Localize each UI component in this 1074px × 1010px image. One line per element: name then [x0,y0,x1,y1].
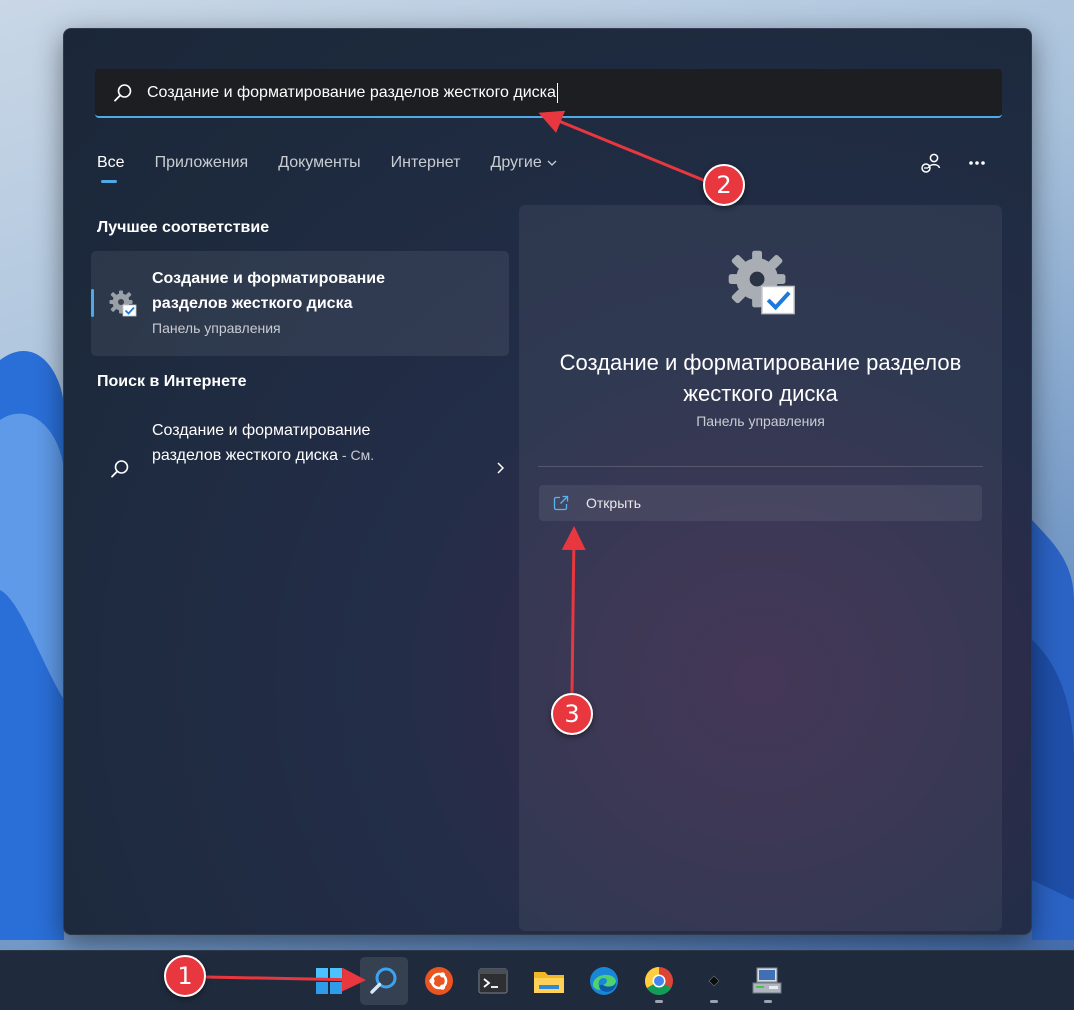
callout-1: 1 [164,955,206,997]
tab-all-label: Все [97,154,125,171]
filter-tabs: Все Приложения Документы Интернет Другие [97,147,557,187]
search-icon [111,460,129,478]
taskbar-ubuntu[interactable] [421,963,457,999]
open-button-label: Открыть [586,495,641,511]
best-match-result[interactable]: Создание и форматирование разделов жестк… [91,251,509,356]
ubuntu-icon [425,967,453,995]
best-match-title-line2: разделов жесткого диска [152,295,353,312]
best-match-heading: Лучшее соответствие [97,219,270,236]
taskbar-file-explorer[interactable] [531,963,567,999]
taskbar [0,950,1074,1010]
best-match-subtitle: Панель управления [152,320,281,336]
tab-documents[interactable]: Документы [278,147,360,179]
search-input[interactable]: Создание и форматирование разделов жестк… [147,84,556,102]
account-icon[interactable] [920,152,942,174]
web-search-suffix: - См. [338,447,375,463]
tab-other[interactable]: Другие [490,147,557,179]
edge-icon [590,967,618,995]
open-external-icon [553,495,569,511]
app-running-indicator [710,1000,718,1003]
open-button[interactable]: Открыть [539,485,982,521]
text-caret [556,82,558,103]
search-icon [114,83,132,102]
windows-logo-icon [316,968,342,994]
callout-3: 3 [551,693,593,735]
preview-divider [538,466,983,467]
gear-check-icon [109,290,137,317]
tab-documents-label: Документы [278,154,361,171]
preview-title-line1: Создание и форматирование разделов [559,350,962,375]
web-search-title-line1: Создание и форматирование [152,422,371,439]
tab-all[interactable]: Все [97,147,125,183]
taskbar-edge[interactable] [586,963,622,999]
disk-management-icon [752,967,782,994]
preview-subtitle: Панель управления [696,413,825,429]
tab-apps[interactable]: Приложения [155,147,249,179]
web-search-title-line2: разделов жесткого диска [152,447,339,464]
tab-internet[interactable]: Интернет [391,147,461,179]
chrome-icon [645,967,673,995]
tab-apps-label: Приложения [154,154,249,171]
tab-other-label: Другие [490,154,542,171]
gear-check-icon [728,250,795,315]
disk-running-indicator [764,1000,772,1003]
search-icon [370,967,397,994]
header-actions [920,149,986,177]
selection-indicator [91,289,94,317]
preview-title-line2: жесткого диска [683,381,838,406]
web-search-result[interactable]: Создание и форматирование разделов жестк… [91,412,509,502]
tab-internet-label: Интернет [390,154,461,171]
preview-title: Создание и форматирование разделов жестк… [539,347,982,409]
taskbar-app-diamond[interactable] [696,963,732,999]
diamond-icon [708,975,720,987]
search-panel: Создание и форматирование разделов жестк… [63,28,1032,935]
terminal-icon [478,968,508,994]
callout-2: 2 [703,164,745,206]
taskbar-search-button[interactable] [360,957,408,1005]
preview-pane: Создание и форматирование разделов жестк… [519,205,1002,931]
taskbar-terminal[interactable] [475,963,511,999]
taskbar-disk-management[interactable] [749,963,785,999]
web-search-heading: Поиск в Интернете [97,373,247,390]
search-box[interactable]: Создание и форматирование разделов жестк… [95,69,1002,118]
best-match-title-line1: Создание и форматирование [152,270,386,287]
chevron-right-icon [497,462,504,474]
chevron-down-icon [547,160,557,166]
folder-icon [534,972,564,993]
more-icon[interactable] [968,160,986,166]
start-button[interactable] [311,963,347,999]
web-search-title: Создание и форматирование разделов жестк… [152,418,374,468]
chrome-running-indicator [655,1000,663,1003]
taskbar-chrome[interactable] [641,963,677,999]
